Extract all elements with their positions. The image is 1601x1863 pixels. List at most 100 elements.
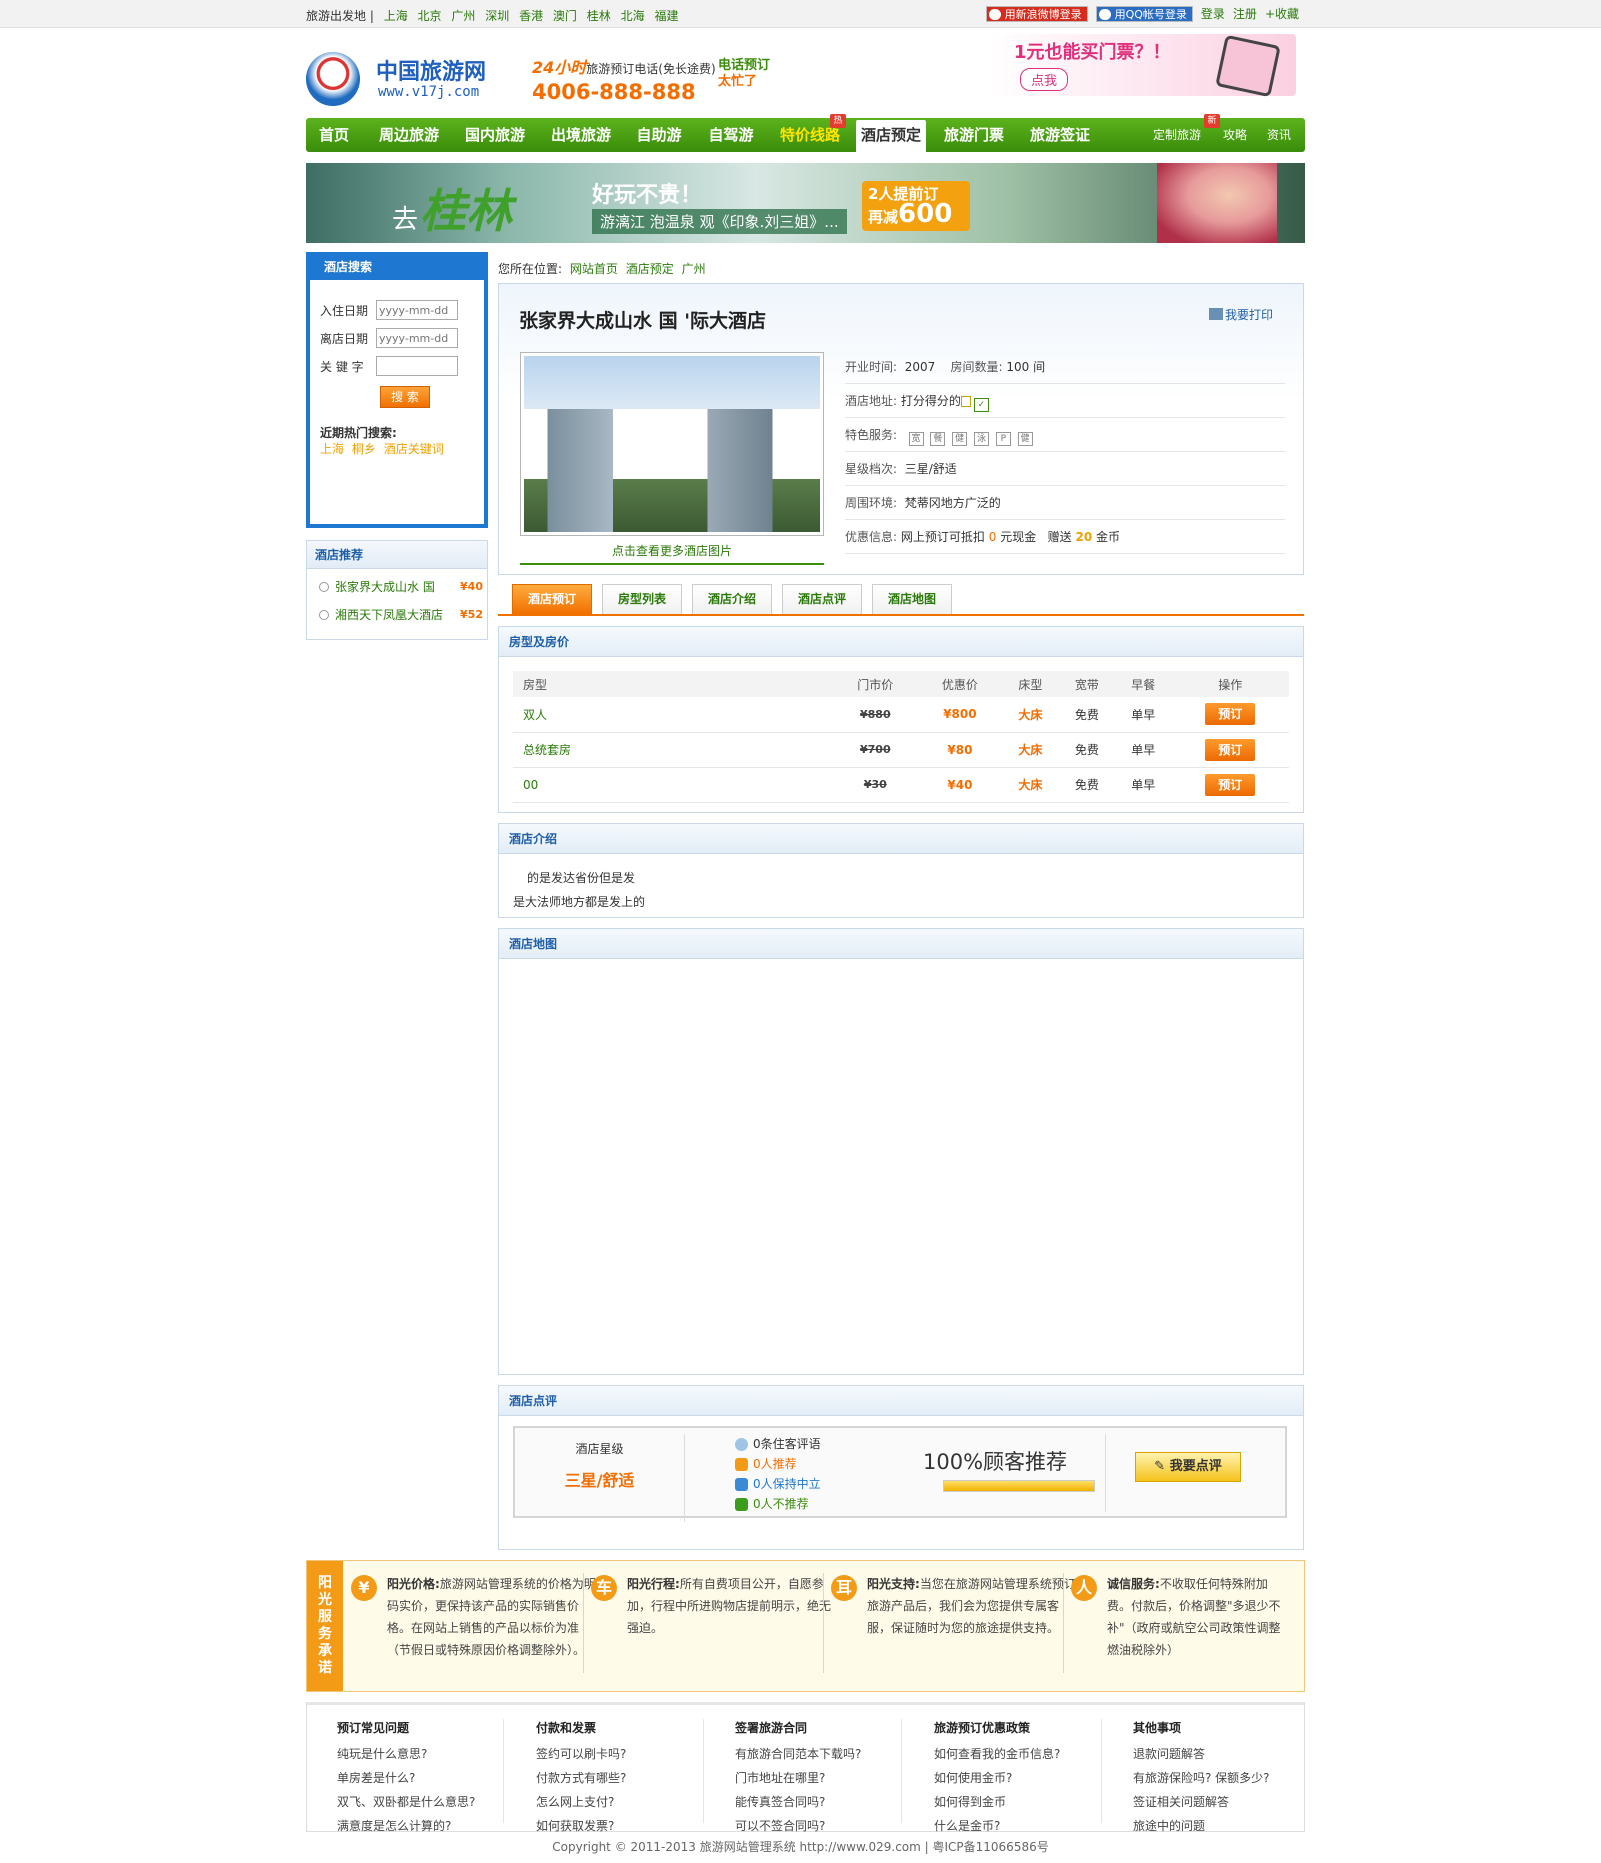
city-link[interactable]: 福建 (654, 9, 678, 23)
print-link[interactable]: 我要打印 (1208, 306, 1273, 323)
help-link[interactable]: 满意度是怎么计算的? (337, 1814, 497, 1838)
nav-outbound[interactable]: 出境旅游 (538, 118, 624, 152)
room-type[interactable]: 双人 (513, 697, 833, 733)
recommend-name[interactable]: 湘西天下凤凰大酒店 (335, 608, 443, 622)
keyword-input[interactable] (376, 356, 458, 376)
nav-hotel[interactable]: 酒店预定 (856, 120, 926, 152)
book-button[interactable]: 预订 (1205, 703, 1256, 726)
help-link[interactable]: 如何得到金币 (934, 1790, 1094, 1814)
city-link[interactable]: 桂林 (587, 9, 611, 23)
star-level: 三星/舒适 (904, 462, 957, 476)
tab-intro[interactable]: 酒店介绍 (692, 584, 772, 614)
star-label: 酒店星级 (575, 1442, 624, 1456)
hot-badge: 热 (830, 114, 846, 128)
hot-search-link[interactable]: 桐乡 (352, 442, 376, 456)
help-link[interactable]: 可以不签合同吗? (735, 1814, 895, 1838)
city-link[interactable]: 北海 (621, 9, 645, 23)
site-logo[interactable]: 中国旅游网 www.v17j.com (306, 48, 506, 108)
book-button[interactable]: 预订 (1205, 773, 1256, 796)
nav-self-guided[interactable]: 自助游 (624, 118, 694, 152)
city-link[interactable]: 广州 (451, 9, 475, 23)
login-link[interactable]: 登录 (1201, 5, 1225, 22)
hot-search-link[interactable]: 酒店关键词 (384, 442, 444, 456)
help-link[interactable]: 付款方式有哪些? (536, 1766, 696, 1790)
list-price: ¥700 (833, 732, 918, 768)
room-type[interactable]: 00 (513, 767, 833, 803)
room-table: 房型 门市价 优惠价 床型 宽带 早餐 操作 双人 ¥880 ¥800 大床 免… (513, 671, 1289, 803)
breadcrumb-hotel[interactable]: 酒店预定 (626, 262, 674, 276)
room-type[interactable]: 总统套房 (513, 732, 833, 768)
nav-tickets[interactable]: 旅游门票 (932, 118, 1016, 152)
recommend-name[interactable]: 张家界大成山水 国 (335, 580, 435, 594)
help-link[interactable]: 双飞、双卧都是什么意思? (337, 1790, 497, 1814)
more-photos-link[interactable]: 点击查看更多酒店图片 (520, 542, 824, 565)
weibo-login-button[interactable]: 用新浪微博登录 (985, 5, 1088, 22)
promo-banner[interactable]: 去 桂林 好玩不贵！ 游漓江 泡温泉 观《印象.刘三姐》... 2人提前订 再减… (306, 163, 1305, 243)
hotel-photo[interactable] (520, 352, 824, 536)
help-link[interactable]: 退款问题解答 (1133, 1742, 1293, 1766)
help-link[interactable]: 纯玩是什么意思? (337, 1742, 497, 1766)
city-link[interactable]: 香港 (519, 9, 543, 23)
nav-custom[interactable]: 定制旅游 (1142, 118, 1212, 152)
tab-booking[interactable]: 酒店预订 (512, 584, 592, 614)
nav-self-drive[interactable]: 自驾游 (696, 118, 766, 152)
help-link[interactable]: 什么是金币? (934, 1814, 1094, 1838)
tab-room-list[interactable]: 房型列表 (602, 584, 682, 614)
help-link[interactable]: 如何获取发票? (536, 1814, 696, 1838)
favorite-link[interactable]: +收藏 (1265, 5, 1299, 22)
thumb-down-icon (735, 1498, 748, 1511)
checkin-input[interactable] (376, 300, 458, 320)
help-title: 其他事项 (1133, 1721, 1182, 1735)
register-link[interactable]: 注册 (1233, 5, 1257, 22)
map-area[interactable] (499, 959, 1303, 1373)
help-link[interactable]: 如何使用金币? (934, 1766, 1094, 1790)
qq-login-button[interactable]: 用QQ帐号登录 (1095, 5, 1193, 22)
help-link[interactable]: 如何查看我的金币信息? (934, 1742, 1094, 1766)
help-link[interactable]: 有旅游保险吗? 保额多少? (1133, 1766, 1293, 1790)
tab-reviews[interactable]: 酒店点评 (782, 584, 862, 614)
nav-domestic[interactable]: 国内旅游 (452, 118, 538, 152)
city-link[interactable]: 北京 (418, 9, 442, 23)
help-link[interactable]: 签证相关问题解答 (1133, 1790, 1293, 1814)
breadcrumb-home[interactable]: 网站首页 (570, 262, 618, 276)
help-link[interactable]: 门市地址在哪里? (735, 1766, 895, 1790)
city-link[interactable]: 澳门 (553, 9, 577, 23)
hotel-details: 开业时间: 2007 房间数量: 100 间 酒店地址: 打分得分的 ✓ 特色服务… (845, 350, 1285, 554)
breadcrumb-city[interactable]: 广州 (682, 262, 706, 276)
help-link[interactable]: 有旅游合同范本下载吗? (735, 1742, 895, 1766)
recommend-item[interactable]: 湘西天下凤凰大酒店 ¥52 (307, 601, 487, 629)
arrow-icon (319, 610, 329, 620)
book-button[interactable]: 预订 (1205, 738, 1256, 761)
tab-map[interactable]: 酒店地图 (872, 584, 952, 614)
hot-search-link[interactable]: 上海 (320, 442, 344, 456)
nav-nearby[interactable]: 周边旅游 (366, 118, 452, 152)
ad-button[interactable]: 点我 (1020, 68, 1069, 91)
hotline-number: 4006-888-888 (532, 80, 696, 104)
fitness-icon: 健 (1017, 432, 1033, 446)
nav-visa[interactable]: 旅游签证 (1018, 118, 1102, 152)
help-link[interactable]: 旅途中的问题 (1133, 1814, 1293, 1838)
top-bar: 旅游出发地 | 上海 北京 广州 深圳 香港 澳门 桂林 北海 福建 用新浪微博… (0, 0, 1601, 28)
help-link[interactable]: 能传真签合同吗? (735, 1790, 895, 1814)
recommend-item[interactable]: 张家界大成山水 国 ¥40 (307, 573, 487, 601)
search-button[interactable]: 搜 索 (380, 386, 430, 408)
nav-home[interactable]: 首页 (306, 118, 362, 152)
offer-cash: 0 (988, 530, 997, 544)
help-link[interactable]: 单房差是什么? (337, 1766, 497, 1790)
help-link[interactable]: 签约可以刷卡吗? (536, 1742, 696, 1766)
write-review-button[interactable]: ✎ 我要点评 (1135, 1452, 1241, 1482)
city-link[interactable]: 上海 (384, 9, 408, 23)
city-link[interactable]: 深圳 (485, 9, 509, 23)
weibo-icon (988, 8, 1001, 20)
help-link[interactable]: 怎么网上支付? (536, 1790, 696, 1814)
recommend-bar (943, 1480, 1095, 1492)
hotel-recommend: 酒店推荐 张家界大成山水 国 ¥40 湘西天下凤凰大酒店 ¥52 (306, 540, 488, 640)
nav-guide[interactable]: 攻略 (1212, 118, 1258, 152)
review-title: 酒店点评 (499, 1386, 1303, 1416)
header-ad[interactable]: 1元也能买门票？！ 点我 (988, 34, 1296, 98)
hotel-search-box: 酒店搜索 入住日期 离店日期 关 键 字 搜 索 近期热门搜索: 上海 桐乡 酒… (306, 252, 488, 528)
hotline-hours: 24小时 (532, 58, 587, 77)
checkout-input[interactable] (376, 328, 458, 348)
hotel-map-panel: 酒店地图 (498, 928, 1304, 1375)
nav-news[interactable]: 资讯 (1256, 118, 1302, 152)
